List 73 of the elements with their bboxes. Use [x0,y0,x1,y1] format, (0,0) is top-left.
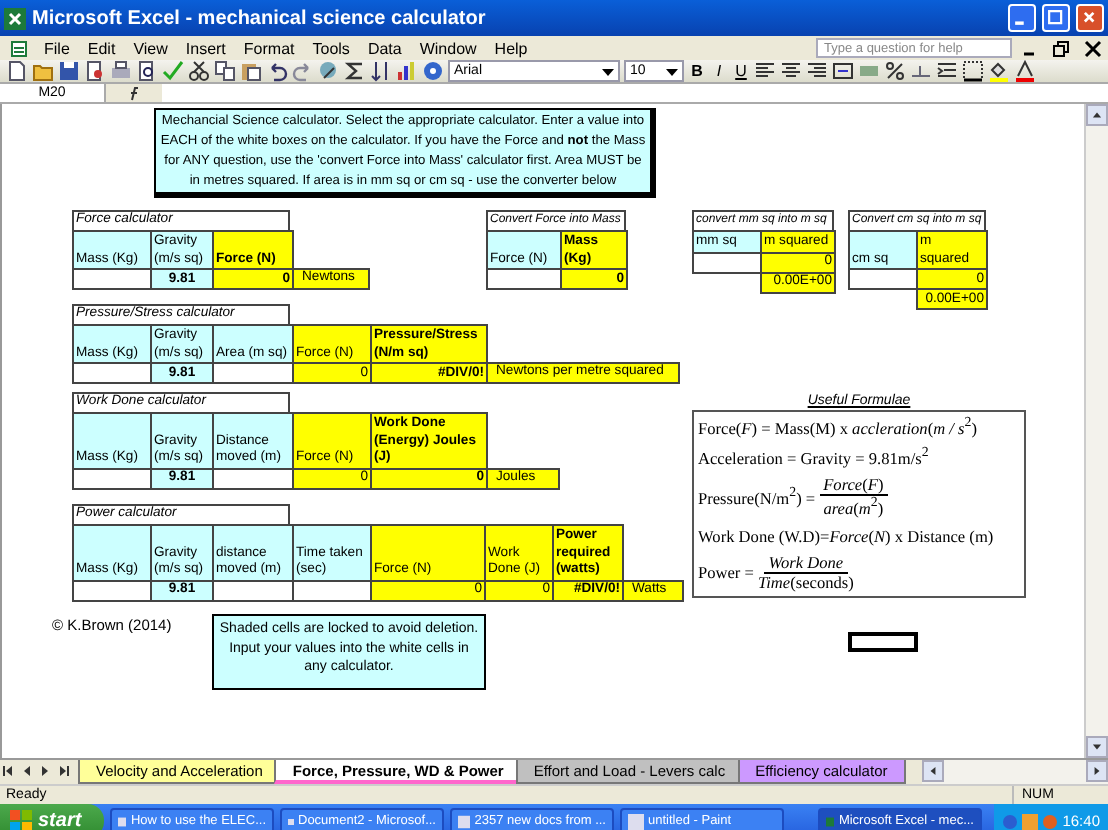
scroll-down-button[interactable] [1086,736,1108,758]
save-icon[interactable] [58,60,80,82]
format-button[interactable]: B [688,62,706,80]
menu-item[interactable]: Edit [79,39,124,57]
maximize-button[interactable] [1042,4,1070,32]
vertical-scrollbar[interactable] [1084,104,1108,758]
autosum-icon[interactable] [344,60,366,82]
menu-item[interactable]: File [36,39,78,57]
input-cell[interactable] [294,581,372,601]
formula: Acceleration = Gravity = 9.81m/s$^{2}$ [698,446,931,468]
cut-icon[interactable] [188,60,210,82]
horizontal-scrollbar[interactable] [921,760,1108,784]
menu-item[interactable]: Help [486,39,536,57]
paste-icon[interactable] [240,60,262,82]
fill-color-icon[interactable] [988,60,1010,82]
input-cell[interactable] [692,253,762,273]
input-cell[interactable] [214,364,294,384]
function-icon[interactable] [106,84,162,102]
first-sheet-icon[interactable] [0,760,18,782]
program-icon [628,813,644,829]
align-center-icon[interactable] [780,60,802,82]
format-button[interactable]: I [710,62,728,80]
program-icon [288,813,294,829]
close-icon[interactable] [1084,39,1102,57]
window-title: Microsoft Excel - mechanical science calculator [32,7,488,29]
menu-item[interactable]: Format [235,39,303,57]
program-icon [458,813,471,829]
excel-app-icon [4,7,26,29]
sort-icon[interactable] [370,60,392,82]
workbook-icon[interactable] [10,39,28,57]
input-cell[interactable] [72,581,152,601]
formula: Force(F) = Mass(M) x accleration(m / s$^{2}$) [698,416,980,438]
merge-center-icon[interactable] [832,60,854,82]
input-cell[interactable] [72,364,152,384]
scroll-right-button[interactable] [1086,760,1108,782]
print-icon[interactable] [110,60,132,82]
format-button[interactable]: U [732,62,750,80]
scroll-up-button[interactable] [1086,104,1108,126]
borders-icon[interactable] [962,60,984,82]
menu-item[interactable]: Data [359,39,410,57]
close-button[interactable] [1076,4,1104,32]
input-cell[interactable] [72,469,152,489]
selected-cell-outline[interactable] [848,632,918,652]
input-cell[interactable] [72,270,152,290]
dropdown-caret-icon[interactable] [666,65,678,77]
program-icon [118,813,127,829]
chart-icon[interactable] [396,60,418,82]
align-left-icon[interactable] [754,60,776,82]
menu-item[interactable]: Tools [304,39,358,57]
print-preview-icon[interactable] [136,60,158,82]
menu-item[interactable]: View [125,39,176,57]
windows-logo-icon [10,810,32,830]
input-cell[interactable] [214,581,294,601]
scroll-left-button[interactable] [921,760,944,782]
dropdown-caret-icon[interactable] [602,65,614,77]
formula: Work Done (W.D)=Force(N) x Distance (m) [698,527,996,546]
copy-icon[interactable] [214,60,236,82]
last-sheet-icon[interactable] [54,760,72,782]
menu-item[interactable]: Window [411,39,485,57]
undo-icon[interactable] [266,60,288,82]
input-cell[interactable] [848,270,918,290]
start-button[interactable]: start [0,804,104,830]
indent-icon[interactable] [936,60,958,82]
input-cell[interactable] [214,469,294,489]
program-icon [826,813,835,829]
font-color-icon[interactable] [1014,60,1036,82]
input-cell[interactable] [486,270,562,290]
formula: Pressure(N/m$^{2}$) = Force(F) area(m$^{2}$) [698,476,890,519]
percent-icon[interactable] [884,60,906,82]
restore-icon[interactable] [1052,39,1070,57]
menu-item[interactable]: Insert [177,39,234,57]
align-right-icon[interactable] [806,60,828,82]
minimize-button[interactable] [1008,4,1036,32]
